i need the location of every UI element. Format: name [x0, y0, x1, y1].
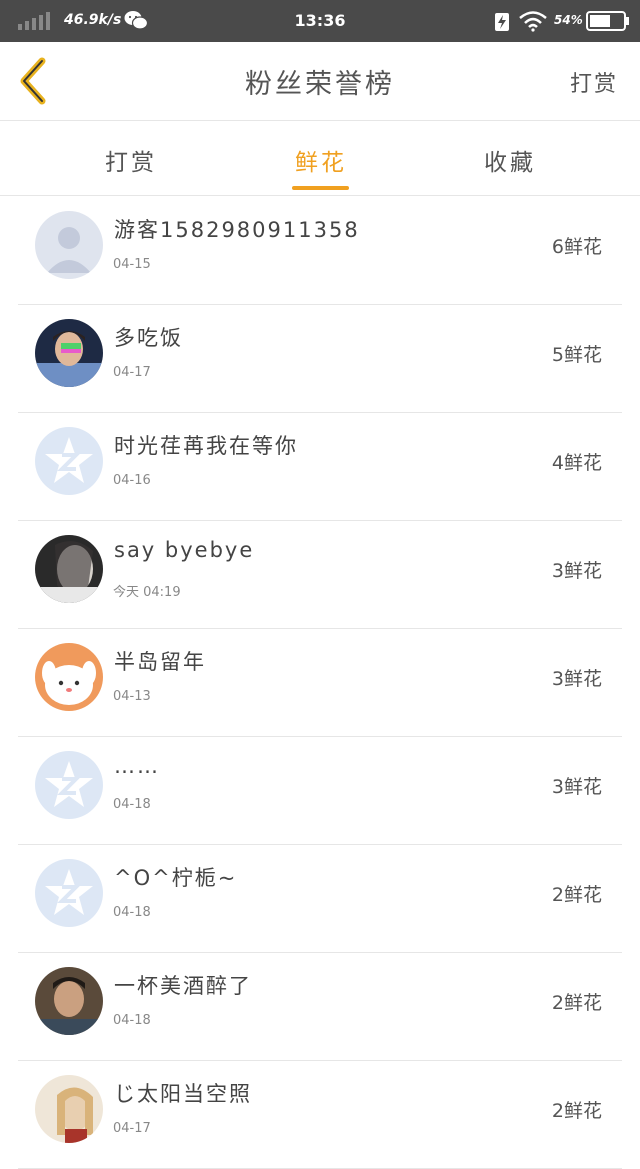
fan-name: ^O^柠栀~: [114, 866, 238, 890]
avatar: [35, 535, 103, 603]
battery-percent: 54%: [554, 13, 583, 27]
default-user-icon: [35, 211, 103, 279]
list-item[interactable]: 一杯美酒醉了 04-18 2鲜花: [18, 952, 622, 1061]
list-item[interactable]: 游客1582980911358 04-15 6鲜花: [18, 196, 622, 305]
list-item[interactable]: ^O^柠栀~ 04-18 2鲜花: [18, 844, 622, 953]
qzone-star-icon: [35, 859, 103, 927]
avatar: [35, 1075, 103, 1143]
cartoon-dog-photo: [35, 643, 103, 711]
flower-count: 2鲜花: [551, 1100, 602, 1122]
list-item[interactable]: 半岛留年 04-13 3鲜花: [18, 628, 622, 737]
tab-bar: 打赏 鲜花 收藏: [0, 121, 640, 196]
battery-icon: [586, 11, 629, 31]
flower-count: 3鲜花: [551, 776, 602, 798]
gift-date: 04-17: [113, 365, 151, 380]
avatar: [35, 643, 103, 711]
list-item[interactable]: 多吃饭 04-17 5鲜花: [18, 304, 622, 413]
qzone-star-icon: [35, 751, 103, 819]
fan-name: ……: [114, 754, 160, 778]
flower-count: 2鲜花: [551, 992, 602, 1014]
reward-button[interactable]: 打赏: [570, 66, 618, 98]
avatar: [35, 211, 103, 279]
tab-reward[interactable]: 打赏: [105, 143, 157, 177]
gift-date: 04-18: [113, 797, 151, 812]
flower-count: 4鲜花: [551, 452, 602, 474]
gift-date: 04-15: [113, 257, 151, 272]
fan-name: 游客1582980911358: [114, 218, 360, 242]
gift-date: 04-18: [113, 905, 151, 920]
flower-count: 6鲜花: [551, 236, 602, 258]
fan-name: say byebye: [114, 538, 255, 562]
header: 粉丝荣誉榜 打赏: [0, 42, 640, 121]
charging-icon: [495, 13, 509, 31]
gift-date: 04-13: [113, 689, 151, 704]
status-bar: 46.9k/s 13:36 54%: [0, 0, 640, 42]
user-photo: [35, 967, 103, 1035]
fan-name: 半岛留年: [114, 650, 206, 674]
avatar: [35, 967, 103, 1035]
avatar: [35, 319, 103, 387]
user-photo: [35, 535, 103, 603]
qzone-star-icon: [35, 427, 103, 495]
fan-name: 一杯美酒醉了: [114, 974, 252, 998]
avatar: [35, 751, 103, 819]
active-tab-indicator: [292, 186, 349, 190]
user-photo: [35, 1075, 103, 1143]
flower-count: 5鲜花: [551, 344, 602, 366]
avatar: [35, 859, 103, 927]
list-item[interactable]: say byebye 今天 04:19 3鲜花: [18, 520, 622, 629]
page-title: 粉丝荣誉榜: [245, 69, 395, 100]
avatar: [35, 427, 103, 495]
flower-count: 3鲜花: [551, 668, 602, 690]
gift-date: 04-16: [113, 473, 151, 488]
tab-favorites[interactable]: 收藏: [484, 143, 536, 177]
fan-name: 多吃饭: [114, 326, 183, 350]
list-item[interactable]: じ太阳当空照 04-17 2鲜花: [18, 1060, 622, 1169]
user-photo: [35, 319, 103, 387]
tab-flowers[interactable]: 鲜花: [295, 143, 347, 177]
wifi-icon: [519, 11, 547, 32]
list-item[interactable]: 时光荏苒我在等你 04-16 4鲜花: [18, 412, 622, 521]
gift-date: 今天 04:19: [113, 585, 181, 600]
gift-date: 04-17: [113, 1121, 151, 1136]
list-item[interactable]: …… 04-18 3鲜花: [18, 736, 622, 845]
fan-name: 时光荏苒我在等你: [114, 434, 298, 458]
flower-count: 2鲜花: [551, 884, 602, 906]
flower-count: 3鲜花: [551, 560, 602, 582]
fan-name: じ太阳当空照: [114, 1082, 252, 1106]
gift-date: 04-18: [113, 1013, 151, 1028]
